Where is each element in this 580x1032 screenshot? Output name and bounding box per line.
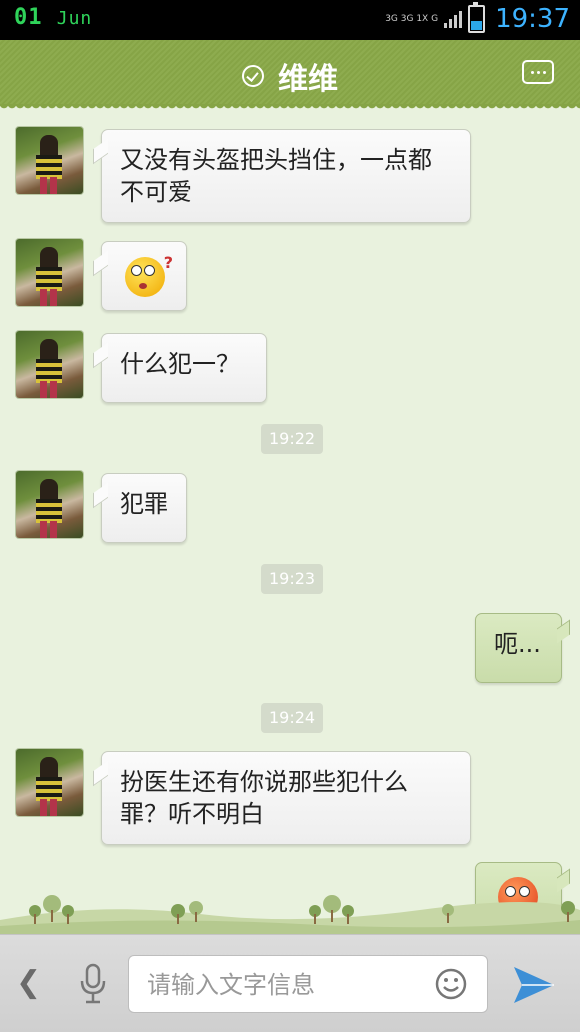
message-input-container bbox=[128, 955, 488, 1014]
message-bubble[interactable]: 犯罪 bbox=[101, 473, 187, 543]
signal-strength-icon bbox=[444, 10, 463, 28]
chevron-left-icon[interactable]: ❮ bbox=[16, 965, 41, 1000]
message-bubble[interactable]: 又没有头盔把头挡住，一点都不可爱 bbox=[101, 129, 471, 223]
title-group: 维维 bbox=[0, 54, 580, 98]
dot-icon bbox=[542, 70, 546, 74]
avatar[interactable] bbox=[16, 239, 83, 306]
avatar[interactable] bbox=[16, 749, 83, 816]
message-bubble[interactable]: ? bbox=[101, 241, 187, 311]
message-text: 犯罪 bbox=[120, 490, 168, 518]
microphone-icon[interactable] bbox=[78, 963, 108, 1005]
message-bubble[interactable] bbox=[475, 862, 562, 934]
message-list[interactable]: 又没有头盔把头挡住，一点都不可爱 ? 什么犯一？ 19:22 犯罪 19:23 … bbox=[0, 106, 580, 934]
timestamp-badge: 19:22 bbox=[261, 424, 324, 454]
avatar[interactable] bbox=[16, 471, 83, 538]
input-bar: ❮ bbox=[0, 934, 580, 1032]
status-month: Jun bbox=[56, 8, 93, 29]
message-bubble[interactable]: 什么犯一？ bbox=[101, 333, 267, 403]
message-text: 扮医生还有你说那些犯什么罪？听不明白 bbox=[120, 768, 408, 828]
message-input[interactable] bbox=[129, 956, 429, 1014]
status-date: 01 Jun bbox=[14, 5, 92, 30]
check-circle-icon bbox=[242, 65, 264, 87]
chat-header: 维维 bbox=[0, 40, 580, 112]
contact-name-title: 维维 bbox=[278, 62, 338, 97]
message-bubble[interactable]: 呃... bbox=[475, 613, 562, 683]
message-bubble[interactable]: 扮医生还有你说那些犯什么罪？听不明白 bbox=[101, 751, 471, 845]
send-icon[interactable] bbox=[510, 963, 558, 1007]
message-text: 什么犯一？ bbox=[120, 350, 240, 378]
status-icons: 3G 3G 1X G 19:37 bbox=[385, 2, 570, 34]
timestamp-badge: 19:23 bbox=[261, 564, 324, 594]
network-indicator-icon: 3G 3G 1X G bbox=[385, 14, 439, 24]
message-text: 呃... bbox=[494, 630, 541, 658]
rolling-eyes-emoji-icon bbox=[498, 877, 538, 917]
timestamp-badge: 19:24 bbox=[261, 703, 324, 733]
status-day: 01 bbox=[14, 5, 43, 30]
battery-icon bbox=[468, 2, 486, 33]
message-text: 又没有头盔把头挡住，一点都不可爱 bbox=[120, 146, 432, 206]
avatar[interactable] bbox=[16, 127, 83, 194]
confused-face-emoji-icon: ? bbox=[125, 253, 173, 297]
dot-icon bbox=[530, 70, 534, 74]
status-time: 19:37 bbox=[495, 4, 570, 34]
status-bar: 01 Jun 3G 3G 1X G 19:37 bbox=[0, 0, 580, 40]
avatar[interactable] bbox=[16, 331, 83, 398]
chat-menu-button[interactable] bbox=[522, 60, 554, 84]
dot-icon bbox=[536, 70, 540, 74]
smiley-icon[interactable] bbox=[435, 968, 467, 1000]
